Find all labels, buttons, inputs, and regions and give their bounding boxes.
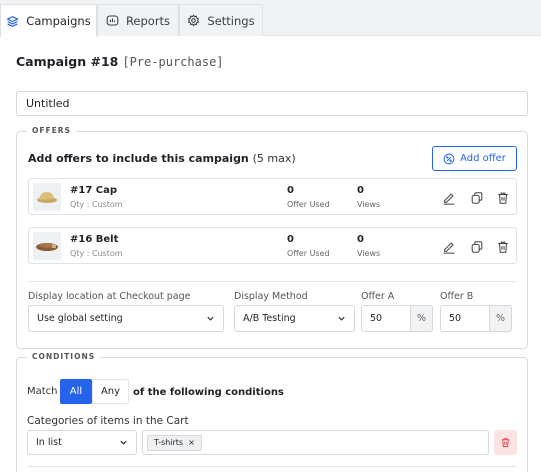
cap-thumbnail	[33, 183, 61, 211]
offer-used-value: 0	[287, 234, 294, 245]
offer-used-label: Offer Used	[287, 200, 330, 209]
offer-b-value: 50	[449, 313, 462, 324]
delete-condition-button[interactable]	[494, 430, 517, 455]
offers-heading-text: Add offers to include this campaign	[28, 152, 249, 165]
display-method-label: Display Method	[234, 291, 308, 302]
trash-icon[interactable]	[496, 191, 510, 205]
offers-legend: OFFERS	[27, 126, 76, 135]
offer-card-cap[interactable]: #17 Cap Qty : Custom 0 Offer Used 0 View…	[28, 178, 517, 215]
offer-qty: Qty : Custom	[70, 200, 123, 209]
campaign-status-tag: [Pre-purchase]	[122, 55, 224, 69]
conditions-divider	[27, 466, 517, 467]
tab-reports-label: Reports	[125, 13, 171, 28]
campaign-title: Campaign #18	[16, 54, 119, 69]
category-chip-label: T-shirts	[154, 438, 184, 447]
edit-icon[interactable]	[442, 191, 456, 205]
offer-b-input[interactable]: 50 %	[440, 305, 512, 332]
offer-a-label: Offer A	[361, 291, 395, 302]
tab-reports[interactable]: Reports	[97, 4, 179, 36]
views-label: Views	[357, 249, 381, 258]
add-offer-button[interactable]: Add offer	[432, 146, 517, 171]
trash-icon	[501, 438, 510, 448]
chart-icon	[106, 15, 119, 26]
offers-heading: Add offers to include this campaign (5 m…	[28, 152, 296, 165]
offer-card-belt[interactable]: #16 Belt Qty : Custom 0 Offer Used 0 Vie…	[28, 227, 517, 264]
cap-image-icon	[37, 192, 57, 203]
percent-suffix: %	[489, 306, 511, 331]
match-all-toggle[interactable]: All	[60, 379, 92, 404]
tab-campaigns-label: Campaigns	[26, 14, 91, 28]
chevron-down-icon	[207, 316, 214, 321]
display-location-value: Use global setting	[37, 313, 123, 324]
offer-a-input[interactable]: 50 %	[361, 305, 433, 332]
offer-used-label: Offer Used	[287, 249, 330, 258]
category-chip: T-shirts ×	[147, 434, 202, 451]
match-tail-text: of the following conditions	[133, 387, 284, 398]
duplicate-icon[interactable]	[470, 240, 484, 254]
campaign-name-value: Untitled	[26, 97, 70, 110]
gear-icon	[188, 14, 200, 27]
category-condition-label: Categories of items in the Cart	[27, 415, 189, 427]
offer-b-label: Offer B	[440, 291, 474, 302]
tab-settings-label: Settings	[207, 13, 255, 28]
views-label: Views	[357, 200, 381, 209]
edit-icon[interactable]	[442, 240, 456, 254]
layers-icon	[6, 15, 20, 27]
belt-thumbnail	[33, 232, 61, 260]
add-offer-label: Add offer	[460, 153, 506, 164]
conditions-legend: CONDITIONS	[27, 352, 101, 361]
display-method-select[interactable]: A/B Testing	[234, 305, 355, 332]
match-all-label: All	[69, 386, 83, 397]
match-any-label: Any	[100, 386, 121, 397]
offer-name: #17 Cap	[70, 185, 118, 196]
trash-icon[interactable]	[496, 240, 510, 254]
tab-settings[interactable]: Settings	[179, 4, 263, 36]
offer-qty: Qty : Custom	[70, 249, 123, 258]
match-any-toggle[interactable]: Any	[92, 379, 129, 404]
display-method-value: A/B Testing	[243, 313, 296, 324]
chevron-down-icon	[338, 316, 345, 321]
offers-divider	[28, 281, 517, 282]
operator-value: In list	[36, 437, 62, 448]
match-label: Match	[27, 386, 58, 397]
tab-campaigns[interactable]: Campaigns	[0, 4, 97, 37]
belt-image-icon	[36, 243, 58, 251]
chip-remove-icon[interactable]: ×	[188, 438, 195, 447]
percent-badge-icon	[443, 153, 455, 164]
page-title: Campaign #18 [Pre-purchase]	[16, 54, 224, 69]
duplicate-icon[interactable]	[470, 191, 484, 205]
category-multiselect[interactable]: T-shirts ×	[142, 430, 489, 455]
offers-max-note: (5 max)	[252, 152, 296, 165]
display-location-label: Display location at Checkout page	[28, 291, 191, 302]
display-location-select[interactable]: Use global setting	[28, 305, 224, 332]
offer-used-value: 0	[287, 185, 294, 196]
views-value: 0	[357, 234, 364, 245]
offer-a-value: 50	[370, 313, 383, 324]
tab-bar: Campaigns Reports Settings	[0, 0, 541, 37]
operator-select[interactable]: In list	[27, 430, 137, 455]
views-value: 0	[357, 185, 364, 196]
campaign-name-input[interactable]: Untitled	[16, 91, 528, 116]
percent-suffix: %	[410, 306, 432, 331]
offer-name: #16 Belt	[70, 234, 119, 245]
chevron-down-icon	[120, 440, 127, 445]
